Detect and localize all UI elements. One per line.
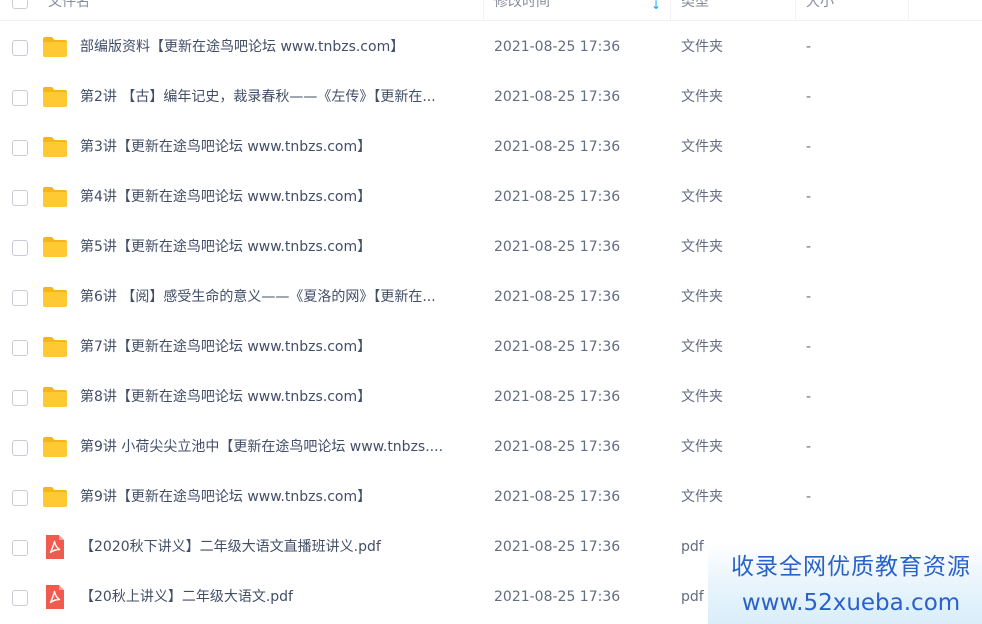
file-type: pdf — [681, 539, 704, 555]
file-type: 文件夹 — [681, 239, 723, 255]
column-header-type[interactable]: 类型 — [681, 0, 796, 20]
sort-desc-icon[interactable]: ↓ — [651, 0, 661, 12]
file-size: - — [806, 189, 812, 205]
file-row[interactable]: 部编版资料【更新在途鸟吧论坛 www.tnbzs.com】 2021-08-25 … — [0, 22, 982, 72]
file-name[interactable]: 第8讲【更新在途鸟吧论坛 www.tnbzs.com】 — [80, 387, 475, 407]
file-type: 文件夹 — [681, 439, 723, 455]
folder-icon — [42, 135, 68, 159]
file-modified-time: 2021-08-25 17:36 — [494, 189, 621, 205]
row-checkbox[interactable] — [12, 290, 28, 306]
file-row[interactable]: 第9讲 小荷尖尖立池中【更新在途鸟吧论坛 www.tnbzs.... 2021-0… — [0, 422, 982, 472]
file-list-header: 文件名 修改时间 ↓ 类型 大小 — [0, 0, 982, 21]
file-name[interactable]: 【2020秋下讲义】二年级大语文直播班讲义.pdf — [80, 537, 475, 557]
file-size: - — [806, 239, 812, 255]
file-size: - — [806, 389, 812, 405]
column-header-name[interactable]: 文件名 — [48, 0, 484, 20]
file-type: 文件夹 — [681, 339, 723, 355]
file-size: - — [806, 339, 812, 355]
select-all-checkbox[interactable] — [12, 0, 28, 9]
row-checkbox[interactable] — [12, 490, 28, 506]
file-modified-time: 2021-08-25 17:36 — [494, 139, 621, 155]
file-type: 文件夹 — [681, 39, 723, 55]
file-size: - — [806, 139, 812, 155]
file-type: 文件夹 — [681, 289, 723, 305]
pdf-icon — [42, 585, 68, 609]
file-name[interactable]: 第4讲【更新在途鸟吧论坛 www.tnbzs.com】 — [80, 187, 475, 207]
row-checkbox[interactable] — [12, 140, 28, 156]
folder-icon — [42, 435, 68, 459]
folder-icon — [42, 185, 68, 209]
row-checkbox[interactable] — [12, 440, 28, 456]
file-type: 文件夹 — [681, 389, 723, 405]
file-modified-time: 2021-08-25 17:36 — [494, 489, 621, 505]
file-name[interactable]: 【20秋上讲义】二年级大语文.pdf — [80, 587, 475, 607]
file-size: - — [806, 439, 812, 455]
file-modified-time: 2021-08-25 17:36 — [494, 439, 621, 455]
file-type: 文件夹 — [681, 89, 723, 105]
row-checkbox[interactable] — [12, 340, 28, 356]
file-name[interactable]: 第2讲 【古】编年记史，裁录春秋——《左传》【更新在... — [80, 87, 475, 107]
row-checkbox[interactable] — [12, 190, 28, 206]
row-checkbox[interactable] — [12, 390, 28, 406]
file-modified-time: 2021-08-25 17:36 — [494, 589, 621, 605]
file-modified-time: 2021-08-25 17:36 — [494, 289, 621, 305]
file-type: pdf — [681, 589, 704, 605]
row-checkbox[interactable] — [12, 590, 28, 606]
row-checkbox[interactable] — [12, 90, 28, 106]
file-modified-time: 2021-08-25 17:36 — [494, 39, 621, 55]
file-size: - — [806, 89, 812, 105]
folder-icon — [42, 285, 68, 309]
watermark-slogan: 收录全网优质教育资源 — [731, 554, 971, 580]
file-name[interactable]: 第5讲【更新在途鸟吧论坛 www.tnbzs.com】 — [80, 237, 475, 257]
file-row[interactable]: 第3讲【更新在途鸟吧论坛 www.tnbzs.com】 2021-08-25 17… — [0, 122, 982, 172]
file-row[interactable]: 第6讲 【阅】感受生命的意义——《夏洛的网》【更新在... 2021-08-25 … — [0, 272, 982, 322]
file-modified-time: 2021-08-25 17:36 — [494, 389, 621, 405]
file-row[interactable]: 第7讲【更新在途鸟吧论坛 www.tnbzs.com】 2021-08-25 17… — [0, 322, 982, 372]
file-size: - — [806, 489, 812, 505]
pdf-icon — [42, 535, 68, 559]
file-row[interactable]: 第8讲【更新在途鸟吧论坛 www.tnbzs.com】 2021-08-25 17… — [0, 372, 982, 422]
file-modified-time: 2021-08-25 17:36 — [494, 539, 621, 555]
watermark-url: www.52xueba.com — [741, 590, 961, 616]
file-type: 文件夹 — [681, 489, 723, 505]
file-name[interactable]: 部编版资料【更新在途鸟吧论坛 www.tnbzs.com】 — [80, 37, 475, 57]
row-checkbox[interactable] — [12, 540, 28, 556]
file-name[interactable]: 第9讲 小荷尖尖立池中【更新在途鸟吧论坛 www.tnbzs.... — [80, 437, 475, 457]
folder-icon — [42, 485, 68, 509]
file-name[interactable]: 第7讲【更新在途鸟吧论坛 www.tnbzs.com】 — [80, 337, 475, 357]
file-row[interactable]: 第9讲【更新在途鸟吧论坛 www.tnbzs.com】 2021-08-25 17… — [0, 472, 982, 522]
file-row[interactable]: 第5讲【更新在途鸟吧论坛 www.tnbzs.com】 2021-08-25 17… — [0, 222, 982, 272]
column-header-time[interactable]: 修改时间 — [494, 0, 671, 20]
folder-icon — [42, 335, 68, 359]
file-modified-time: 2021-08-25 17:36 — [494, 89, 621, 105]
file-size: - — [806, 39, 812, 55]
file-name[interactable]: 第9讲【更新在途鸟吧论坛 www.tnbzs.com】 — [80, 487, 475, 507]
folder-icon — [42, 235, 68, 259]
file-name[interactable]: 第3讲【更新在途鸟吧论坛 www.tnbzs.com】 — [80, 137, 475, 157]
file-name[interactable]: 第6讲 【阅】感受生命的意义——《夏洛的网》【更新在... — [80, 287, 475, 307]
folder-icon — [42, 385, 68, 409]
row-checkbox[interactable] — [12, 240, 28, 256]
file-row[interactable]: 第4讲【更新在途鸟吧论坛 www.tnbzs.com】 2021-08-25 17… — [0, 172, 982, 222]
folder-icon — [42, 35, 68, 59]
folder-icon — [42, 85, 68, 109]
file-modified-time: 2021-08-25 17:36 — [494, 239, 621, 255]
file-size: - — [806, 289, 812, 305]
file-type: 文件夹 — [681, 189, 723, 205]
file-modified-time: 2021-08-25 17:36 — [494, 339, 621, 355]
column-header-size[interactable]: 大小 — [806, 0, 909, 20]
file-type: 文件夹 — [681, 139, 723, 155]
row-checkbox[interactable] — [12, 40, 28, 56]
file-row[interactable]: 第2讲 【古】编年记史，裁录春秋——《左传》【更新在... 2021-08-25 … — [0, 72, 982, 122]
